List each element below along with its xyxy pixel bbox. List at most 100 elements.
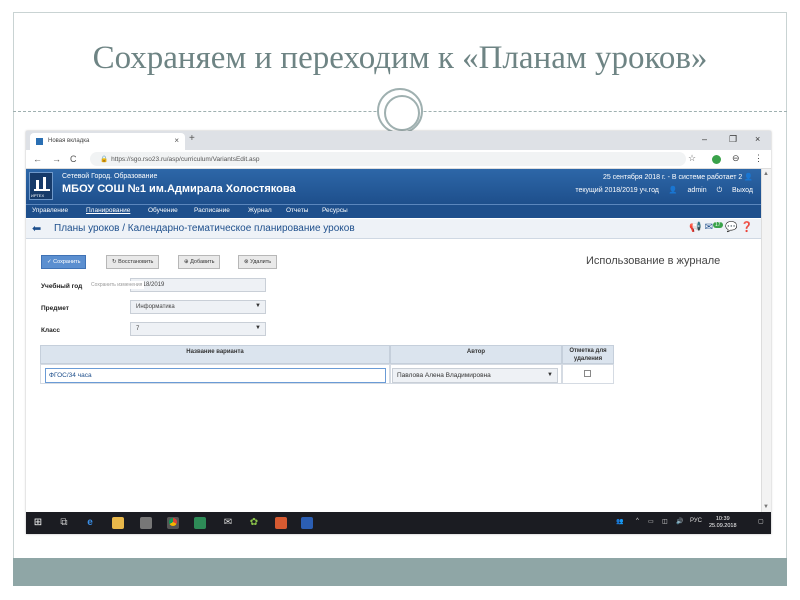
year-field[interactable]: 2018/2019	[130, 278, 266, 292]
powerpoint-icon[interactable]	[275, 517, 287, 529]
subject-label: Предмет	[41, 305, 69, 312]
restore-label: Восстановить	[118, 259, 154, 265]
taskbar: ⊞ ⧉ e ✉ ✿ 👥 ^ ▭ ◫ 🔊 РУС 10:39 25.09.2018…	[26, 512, 771, 534]
scroll-up-icon[interactable]: ▲	[763, 171, 769, 177]
tab-label: Новая вкладка	[48, 138, 90, 144]
author-value: Павлова Алена Владимировна	[397, 372, 491, 379]
menu-item-resources[interactable]: Ресурсы	[322, 207, 348, 214]
add-button[interactable]: ⊕ Добавить	[178, 255, 221, 269]
bookmark-star-icon[interactable]: ☆	[688, 153, 696, 164]
volume-icon[interactable]: 🔊	[676, 518, 683, 525]
mail-badge: 17	[712, 222, 723, 228]
lock-icon: 🔒	[100, 156, 109, 163]
logo-caption: ИРТЕХ	[31, 193, 45, 198]
mail-icon[interactable]: ✉ 17	[705, 222, 723, 233]
app-logo[interactable]: ИРТЕХ	[29, 172, 53, 200]
subject-select[interactable]: Информатика ▼	[130, 300, 266, 314]
window-close-icon[interactable]: ×	[755, 134, 760, 144]
language-indicator[interactable]: РУС	[690, 518, 702, 524]
browser-menu-icon[interactable]: ⋮	[754, 153, 763, 164]
page-back-icon[interactable]: ⬅	[32, 222, 41, 235]
menu-item-planning[interactable]: Планирование	[86, 207, 130, 214]
word-icon[interactable]	[301, 517, 313, 529]
delete-button[interactable]: ⊗ Удалить	[238, 255, 278, 269]
slide: Сохраняем и переходим к «Планам уроков» …	[0, 0, 800, 600]
grid-header-author: Автор	[390, 345, 562, 364]
chevron-down-icon: ▼	[255, 325, 261, 331]
edge-icon[interactable]: e	[84, 517, 96, 529]
forward-icon[interactable]: →	[52, 154, 61, 164]
school-name: МБОУ СОШ №1 им.Адмирала Холостякова	[62, 183, 296, 195]
page-header: ⬅ Планы уроков / Календарно-тематическое…	[26, 219, 761, 239]
announce-icon[interactable]: 📢	[689, 222, 701, 233]
menu-item-journal[interactable]: Журнал	[248, 207, 272, 214]
main-menu: Управление Планирование Обучение Расписа…	[26, 204, 761, 218]
header-links: текущий 2018/2019 уч.год 👤 admin ⏻ Выход	[567, 186, 753, 195]
tab-close-icon[interactable]: ×	[174, 136, 179, 145]
notifications-icon[interactable]: ▢	[758, 518, 764, 525]
store-icon[interactable]	[140, 517, 152, 529]
class-value: 7	[136, 326, 140, 332]
year-info[interactable]: текущий 2018/2019 уч.год	[575, 187, 659, 194]
session-info: 25 сентября 2018 г. - В системе работает…	[603, 173, 753, 181]
scroll-down-icon[interactable]: ▼	[763, 504, 769, 510]
delete-label: Удалить	[250, 259, 272, 265]
taskbar-clock[interactable]: 10:39 25.09.2018	[709, 516, 737, 530]
date-info: 25 сентября 2018 г. - В системе работает…	[602, 174, 743, 181]
variant-name-input[interactable]: ФГОС/34 часа	[45, 368, 386, 383]
reload-icon[interactable]: C	[70, 154, 77, 164]
new-tab-button[interactable]: +	[189, 133, 195, 144]
save-tooltip: Сохранить изменения	[89, 281, 145, 289]
account-icon[interactable]: ⊖	[732, 153, 740, 164]
save-button[interactable]: ✓ Сохранить	[41, 255, 87, 269]
minimize-icon[interactable]: –	[702, 134, 707, 144]
users-icon: 👤	[744, 174, 753, 181]
network-icon[interactable]: ◫	[662, 518, 668, 525]
people-icon[interactable]: 👥	[616, 518, 623, 525]
journal-use-link[interactable]: Использование в журнале	[586, 255, 720, 267]
excel-icon[interactable]	[194, 517, 206, 529]
chevron-down-icon: ▼	[255, 303, 261, 309]
file-explorer-icon[interactable]	[112, 517, 124, 529]
browser-tabbar: Новая вкладка × + – ❐ ×	[26, 131, 771, 150]
extension-status-icon[interactable]	[712, 155, 721, 164]
grid-header-delete: Отметка для удаления	[562, 345, 614, 364]
slide-footer	[13, 558, 787, 586]
logout-label: Выход	[732, 187, 753, 194]
clock-date: 25.09.2018	[709, 523, 737, 529]
page-title: Планы уроков / Календарно-тематическое п…	[54, 223, 355, 234]
menu-item-schedule[interactable]: Расписание	[194, 207, 230, 214]
maximize-icon[interactable]: ❐	[729, 134, 737, 145]
header-icons: 📢 ✉ 17 💬 ❓	[689, 222, 753, 233]
app-icon[interactable]: ✿	[248, 517, 260, 529]
menu-item-reports[interactable]: Отчеты	[286, 207, 308, 214]
logout-link[interactable]: ⏻ Выход	[717, 187, 753, 194]
address-url: https://sgo.rso23.ru/asp/curriculum/Vari…	[111, 156, 260, 163]
delete-mark-checkbox[interactable]	[584, 370, 591, 377]
chat-icon[interactable]: 💬	[725, 222, 737, 233]
chevron-down-icon: ▼	[547, 372, 553, 378]
mail-app-icon[interactable]: ✉	[222, 517, 234, 529]
tab-favicon-icon	[36, 138, 43, 145]
page-scrollbar[interactable]: ▲ ▼	[761, 169, 771, 512]
address-input[interactable]: 🔒 https://sgo.rso23.ru/asp/curriculum/Var…	[90, 152, 686, 166]
back-icon[interactable]: ←	[33, 154, 42, 164]
tray-expand-icon[interactable]: ^	[636, 518, 639, 524]
menu-item-education[interactable]: Обучение	[148, 207, 178, 214]
year-label: Учебный год	[41, 283, 83, 290]
battery-icon[interactable]: ▭	[648, 518, 654, 525]
class-select[interactable]: 7 ▼	[130, 322, 266, 336]
help-icon[interactable]: ❓	[741, 222, 753, 233]
add-label: Добавить	[190, 259, 215, 265]
start-icon[interactable]: ⊞	[32, 517, 44, 529]
restore-button[interactable]: ↻ Восстановить	[106, 255, 160, 269]
browser-tab[interactable]: Новая вкладка ×	[30, 133, 185, 150]
class-label: Класс	[41, 327, 60, 334]
slide-title: Сохраняем и переходим к «Планам уроков»	[92, 40, 708, 76]
menu-item-management[interactable]: Управление	[32, 207, 68, 214]
user-link[interactable]: 👤 admin	[669, 187, 707, 194]
task-view-icon[interactable]: ⧉	[58, 517, 70, 529]
grid-header-variant: Название варианта	[40, 345, 390, 364]
chrome-icon[interactable]	[167, 517, 179, 529]
author-select[interactable]: Павлова Алена Владимировна ▼	[392, 368, 558, 383]
